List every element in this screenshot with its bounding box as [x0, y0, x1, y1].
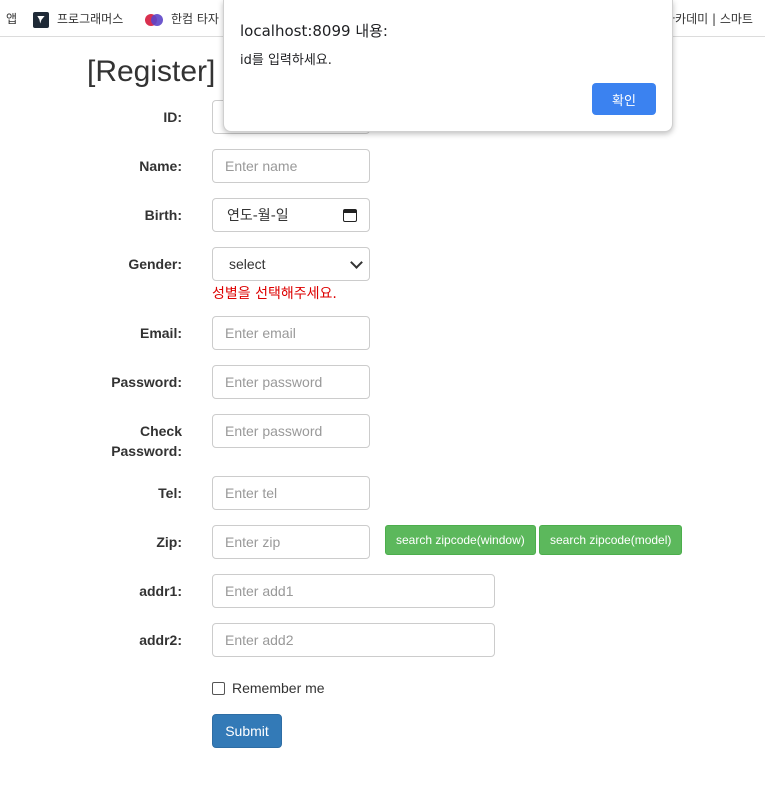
search-zipcode-window-button[interactable]: search zipcode(window) [385, 525, 536, 555]
bookmark-apps[interactable]: 앱 [6, 10, 17, 27]
name-input[interactable] [212, 149, 370, 183]
dialog-ok-button[interactable]: 확인 [592, 83, 656, 115]
zip-input[interactable] [212, 525, 370, 559]
addr2-input[interactable] [212, 623, 495, 657]
dialog-message: id를 입력하세요. [240, 53, 332, 68]
bookmark-academy-label: 아카데미 | 스마트 [664, 12, 753, 26]
remember-me-label: Remember me [232, 680, 325, 696]
bookmark-hancom-label: 한컴 타자 [171, 12, 219, 26]
chevron-down-icon [350, 255, 363, 269]
alert-dialog: localhost:8099 내용: id를 입력하세요. 확인 [223, 0, 673, 132]
password-label: Password: [111, 374, 182, 390]
email-label: Email: [139, 325, 182, 341]
tel-label: Tel: [158, 485, 182, 501]
birth-date-value: 연도-월-일 [227, 208, 289, 224]
birth-label: Birth: [144, 207, 182, 223]
addr2-label: addr2: [139, 632, 182, 648]
bookmark-hancom[interactable]: 한컴 타자 [145, 10, 219, 27]
bookmark-programmers[interactable]: 프로그래머스 [33, 10, 123, 28]
check-password-label: Check Password: [62, 421, 182, 461]
bookmark-academy[interactable]: 아카데미 | 스마트 [664, 10, 753, 27]
gender-select-value: select [229, 256, 266, 272]
addr1-label: addr1: [139, 583, 182, 599]
zip-label: Zip: [156, 534, 182, 550]
gender-label: Gender: [128, 256, 182, 272]
tel-input[interactable] [212, 476, 370, 510]
dialog-title: localhost:8099 내용: [240, 22, 388, 40]
submit-button[interactable]: Submit [212, 714, 282, 748]
page-title: [Register] [87, 55, 216, 88]
calendar-icon[interactable] [343, 208, 357, 222]
email-input[interactable] [212, 316, 370, 350]
bookmark-apps-label: 앱 [6, 12, 18, 26]
search-zipcode-model-button[interactable]: search zipcode(model) [539, 525, 683, 555]
remember-me-row[interactable]: Remember me [212, 680, 325, 696]
gender-select[interactable]: select [212, 247, 370, 281]
hancom-icon [145, 13, 163, 27]
check-password-input[interactable] [212, 414, 370, 448]
addr1-input[interactable] [212, 574, 495, 608]
bookmark-programmers-label: 프로그래머스 [57, 12, 124, 26]
gender-error-message: 성별을 선택해주세요. [212, 286, 337, 302]
id-label: ID: [163, 109, 182, 125]
programmers-icon [33, 11, 49, 28]
remember-me-checkbox[interactable] [212, 681, 225, 695]
check-password-label-line2: Password: [111, 443, 182, 459]
check-password-label-line1: Check [139, 423, 182, 439]
name-label: Name: [139, 158, 182, 174]
password-input[interactable] [212, 365, 370, 399]
birth-date-input[interactable]: 연도-월-일 [212, 198, 370, 232]
